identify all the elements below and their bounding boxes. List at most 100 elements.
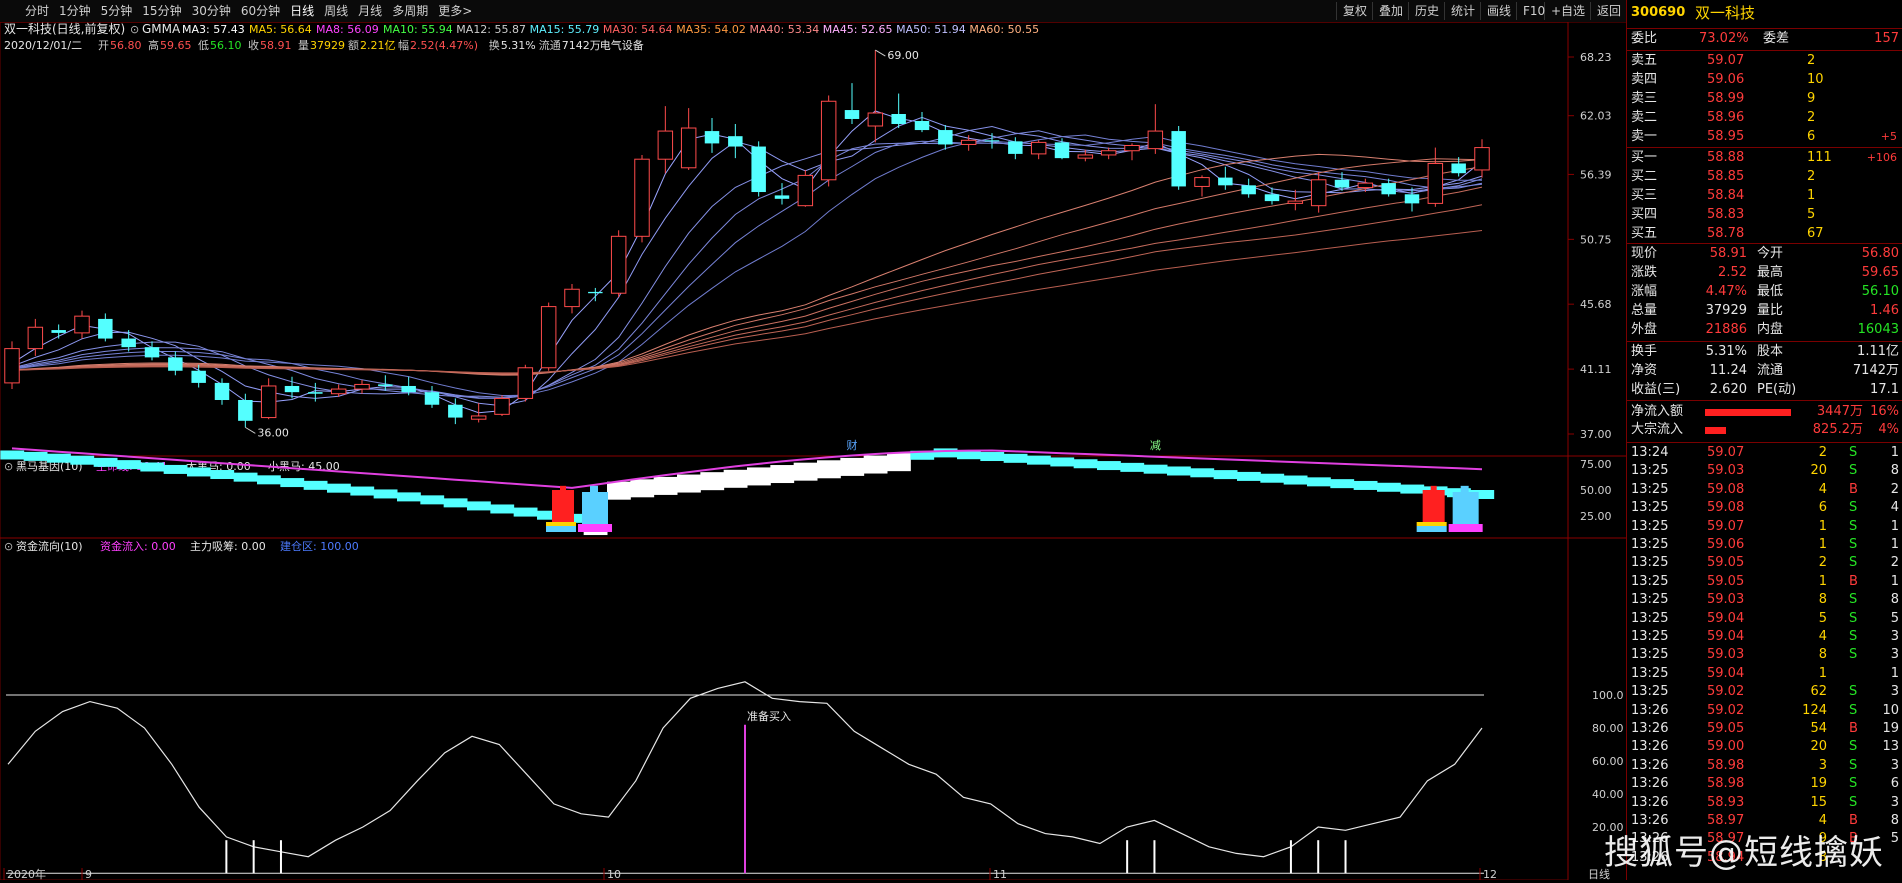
pane3-series-0: 资金流入: 0.00 — [100, 539, 176, 553]
hm-band-step — [1167, 466, 1191, 476]
ma-line-8 — [11, 125, 1483, 399]
xaxis-label-3: 11 — [993, 868, 1007, 880]
marker-cai: 财 — [847, 438, 858, 452]
hm-band-step — [1097, 461, 1121, 471]
tower-left-red — [552, 490, 574, 522]
period-tab-6[interactable]: 日线 — [285, 0, 319, 22]
period-tab-4[interactable]: 30分钟 — [187, 0, 236, 22]
period-tab-0[interactable]: 分时 — [20, 0, 54, 22]
info-value-6: 2.52(4.47%) — [410, 39, 478, 52]
period-tab-2[interactable]: 5分钟 — [96, 0, 138, 22]
candle-body — [144, 347, 160, 358]
candle-body — [238, 399, 253, 421]
tower-right-red-tip — [1430, 485, 1437, 492]
indicator-icon: ⊙ — [4, 540, 13, 553]
period-tabs: 分时 1分钟 5分钟 15分钟 30分钟 60分钟 日线 周线 月线 多周期 更多> — [20, 0, 477, 22]
hm-band-step — [1330, 479, 1355, 489]
period-tab-9[interactable]: 多周期 — [387, 0, 433, 22]
ytick-label-2: 45.68 — [1580, 298, 1612, 311]
candle-body — [1218, 177, 1233, 186]
candle-body — [1147, 130, 1164, 150]
hm-band-step — [257, 475, 281, 485]
ma-line-40 — [11, 166, 1483, 375]
tower-right-red — [1422, 490, 1445, 522]
chart-border — [0, 21, 1569, 881]
tick-row-15: 13:26 59.05 54 B 19 — [1631, 721, 1899, 736]
hm-band-step — [770, 465, 795, 484]
info-key-1: 高 — [148, 38, 159, 52]
info-key-6: 幅 — [398, 39, 409, 52]
ma-value-4: MA12: 55.87 — [456, 23, 526, 36]
info-key-0: 开 — [98, 39, 109, 52]
period-tab-7[interactable]: 周线 — [319, 0, 353, 22]
tower-right-base-a — [1416, 526, 1447, 532]
hm-band-step — [1260, 473, 1285, 483]
pane2-ytick-0: 25.00 — [1580, 510, 1612, 523]
indicator-icon: ⊙ — [130, 23, 139, 36]
ma-line-5 — [11, 116, 1483, 407]
quote-row-2: 涨幅 4.47% 最低 56.10 — [1631, 284, 1899, 299]
chart-title: 双一科技(日线,前复权) — [4, 22, 125, 36]
period-tab-10[interactable]: 更多> — [433, 0, 477, 22]
hm-band-step — [280, 478, 305, 488]
toolbar-button-7[interactable]: 返回 — [1590, 2, 1627, 20]
period-tab-3[interactable]: 15分钟 — [137, 0, 186, 22]
candle-body — [588, 291, 603, 294]
ma-value-11: MA60: 50.55 — [969, 23, 1039, 36]
chart-area[interactable]: 双一科技(日线,前复权) ⊙ GMMA MA3: 57.43 MA5: 56.64 MA8… — [0, 21, 1626, 881]
candle-body — [657, 130, 674, 160]
toolbar-button-0[interactable]: 复权 — [1336, 2, 1373, 20]
ma-value-8: MA40: 53.34 — [750, 23, 820, 36]
xaxis-label-4: 12 — [1483, 868, 1497, 880]
candle-body — [751, 146, 766, 193]
candle-body — [704, 131, 720, 144]
candle-body — [1334, 179, 1350, 188]
candle-body — [1264, 194, 1280, 202]
hm-band-step — [327, 483, 351, 493]
ytick-label-6: 68.23 — [1580, 51, 1612, 64]
candle-body — [448, 404, 463, 418]
toolbar-button-2[interactable]: 历史 — [1408, 2, 1445, 20]
tower-left-red-tip — [560, 485, 566, 492]
ytick-label-3: 50.75 — [1580, 233, 1612, 246]
hm-band-step — [1307, 477, 1331, 487]
hm-band-step — [700, 472, 725, 491]
candle-body — [4, 348, 20, 384]
marker-jian: 减 — [1150, 439, 1161, 452]
tick-row-2: 13:25 59.08 4 B 2 — [1631, 481, 1899, 497]
candle-body — [610, 235, 627, 294]
candle-body — [914, 120, 930, 131]
toolbar-button-3[interactable]: 统计 — [1444, 2, 1481, 20]
kline-chart-svg[interactable]: 双一科技(日线,前复权) ⊙ GMMA MA3: 57.43 MA5: 56.64 MA8… — [0, 21, 1626, 881]
tick-row-8: 13:25 59.03 8 S 8 — [1631, 592, 1899, 608]
hm-band-step — [117, 460, 141, 470]
tick-row-9: 13:25 59.04 5 S 5 — [1631, 610, 1899, 626]
candle-body — [634, 158, 650, 237]
info-value-7: 5.31% — [501, 39, 536, 52]
toolbar-button-5[interactable]: F10 — [1516, 2, 1551, 20]
candle-body — [1124, 144, 1140, 152]
toolbar-button-4[interactable]: 画线 — [1480, 2, 1517, 20]
panel-separator — [1627, 28, 1902, 29]
period-tab-1[interactable]: 1分钟 — [54, 0, 96, 22]
candle-body — [938, 130, 953, 145]
period-tab-8[interactable]: 月线 — [353, 0, 387, 22]
quote-row-1: 涨跌 2.52 最高 59.65 — [1631, 265, 1899, 280]
buy-signal-label-0: 准备买入 — [747, 709, 791, 723]
pane3-ytick-2: 60.00 — [1592, 755, 1624, 768]
candle-body — [214, 382, 230, 400]
toolbar-button-1[interactable]: 叠加 — [1372, 2, 1409, 20]
hm-band-step — [0, 450, 25, 460]
hm-band-step — [887, 453, 911, 472]
candle-body — [540, 306, 557, 369]
ma-value-6: MA30: 54.64 — [603, 23, 673, 36]
bid-row-4: 买五 58.78 67 — [1631, 226, 1824, 241]
candle-body — [330, 388, 347, 395]
period-toolbar: 分时 1分钟 5分钟 15分钟 30分钟 60分钟 日线 周线 月线 多周期 更多> 返回 +自选 F1… — [0, 0, 1902, 23]
quote2-row-1: 净资 11.24 流通 7142万 — [1631, 363, 1899, 378]
period-tab-5[interactable]: 60分钟 — [236, 0, 285, 22]
hm-band-step — [1027, 455, 1051, 465]
tower-left-mag — [578, 524, 612, 532]
hm-band-step — [817, 460, 841, 479]
ma-line-45 — [11, 186, 1483, 375]
